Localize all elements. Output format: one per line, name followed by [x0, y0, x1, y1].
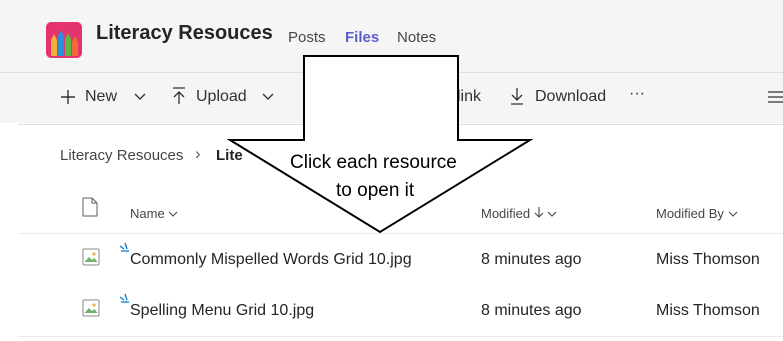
callout-text-line1: Click each resource — [290, 152, 457, 173]
callout-text-line2: to open it — [336, 180, 415, 201]
